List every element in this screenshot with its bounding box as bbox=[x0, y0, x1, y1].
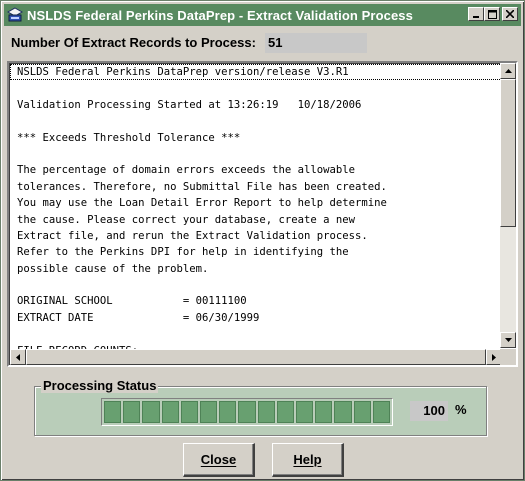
title-bar[interactable]: NSLDS Federal Perkins DataPrep - Extract… bbox=[4, 4, 521, 26]
records-count-label: Number Of Extract Records to Process: bbox=[11, 35, 256, 50]
validation-log-text[interactable]: NSLDS Federal Perkins DataPrep version/r… bbox=[10, 64, 502, 349]
percent-sign: % bbox=[455, 402, 467, 417]
help-button-label: Help bbox=[293, 452, 322, 467]
log-line: possible cause of the problem. bbox=[17, 262, 209, 275]
log-line: ORIGINAL SCHOOL = 00111100 bbox=[17, 295, 247, 308]
horizontal-scroll-thumb[interactable] bbox=[26, 349, 486, 365]
log-line: Refer to the Perkins DPI for help in ide… bbox=[17, 246, 349, 259]
scroll-up-icon[interactable] bbox=[500, 63, 516, 79]
validation-log-panel[interactable]: NSLDS Federal Perkins DataPrep version/r… bbox=[7, 61, 518, 367]
minimize-icon[interactable] bbox=[468, 7, 484, 21]
progress-segment bbox=[276, 401, 295, 423]
log-line: Validation Processing Started at 13:26:1… bbox=[17, 98, 362, 111]
vertical-scroll-thumb[interactable] bbox=[500, 79, 516, 227]
close-button-label: Close bbox=[200, 452, 237, 467]
log-line: *** Exceeds Threshold Tolerance *** bbox=[17, 131, 241, 144]
log-line: The percentage of domain errors exceeds … bbox=[17, 164, 356, 177]
log-line: EXTRACT DATE = 06/30/1999 bbox=[17, 311, 260, 324]
help-button[interactable]: Help bbox=[272, 443, 344, 477]
horizontal-scrollbar[interactable] bbox=[10, 349, 502, 365]
progress-percent-value: 100 bbox=[410, 401, 448, 421]
vertical-scrollbar[interactable] bbox=[500, 63, 516, 348]
log-line: Extract file, and rerun the Extract Vali… bbox=[17, 229, 368, 242]
records-count-value: 51 bbox=[265, 33, 367, 53]
maximize-icon[interactable] bbox=[484, 7, 500, 21]
progress-segment bbox=[200, 401, 218, 423]
progress-segment bbox=[142, 401, 160, 423]
window-title: NSLDS Federal Perkins DataPrep - Extract… bbox=[27, 7, 413, 23]
progress-bar bbox=[101, 398, 393, 426]
progress-fill bbox=[104, 401, 391, 423]
progress-segment bbox=[161, 401, 179, 423]
extract-validation-window: NSLDS Federal Perkins DataPrep - Extract… bbox=[0, 0, 525, 481]
progress-segment bbox=[296, 401, 314, 423]
log-line: NSLDS Federal Perkins DataPrep version/r… bbox=[10, 64, 502, 81]
scrollbar-corner bbox=[500, 349, 516, 365]
progress-segment bbox=[123, 401, 141, 423]
app-icon bbox=[7, 7, 23, 23]
progress-segment bbox=[315, 401, 333, 423]
scroll-left-icon[interactable] bbox=[10, 349, 26, 365]
progress-segment bbox=[238, 401, 256, 423]
progress-segment bbox=[372, 401, 391, 423]
progress-segment bbox=[334, 401, 352, 423]
progress-segment bbox=[353, 401, 371, 423]
scroll-down-icon[interactable] bbox=[500, 332, 516, 348]
close-icon[interactable] bbox=[502, 7, 518, 21]
log-line: tolerances. Therefore, no Submittal File… bbox=[17, 180, 387, 193]
progress-segment bbox=[257, 401, 275, 423]
progress-segment bbox=[180, 401, 199, 423]
close-button[interactable]: Close bbox=[183, 443, 255, 477]
log-line: the cause. Please correct your database,… bbox=[17, 213, 356, 226]
progress-segment bbox=[219, 401, 237, 423]
progress-segment bbox=[104, 401, 122, 423]
processing-status-label: Processing Status bbox=[41, 378, 159, 393]
log-line: You may use the Loan Detail Error Report… bbox=[17, 197, 387, 210]
